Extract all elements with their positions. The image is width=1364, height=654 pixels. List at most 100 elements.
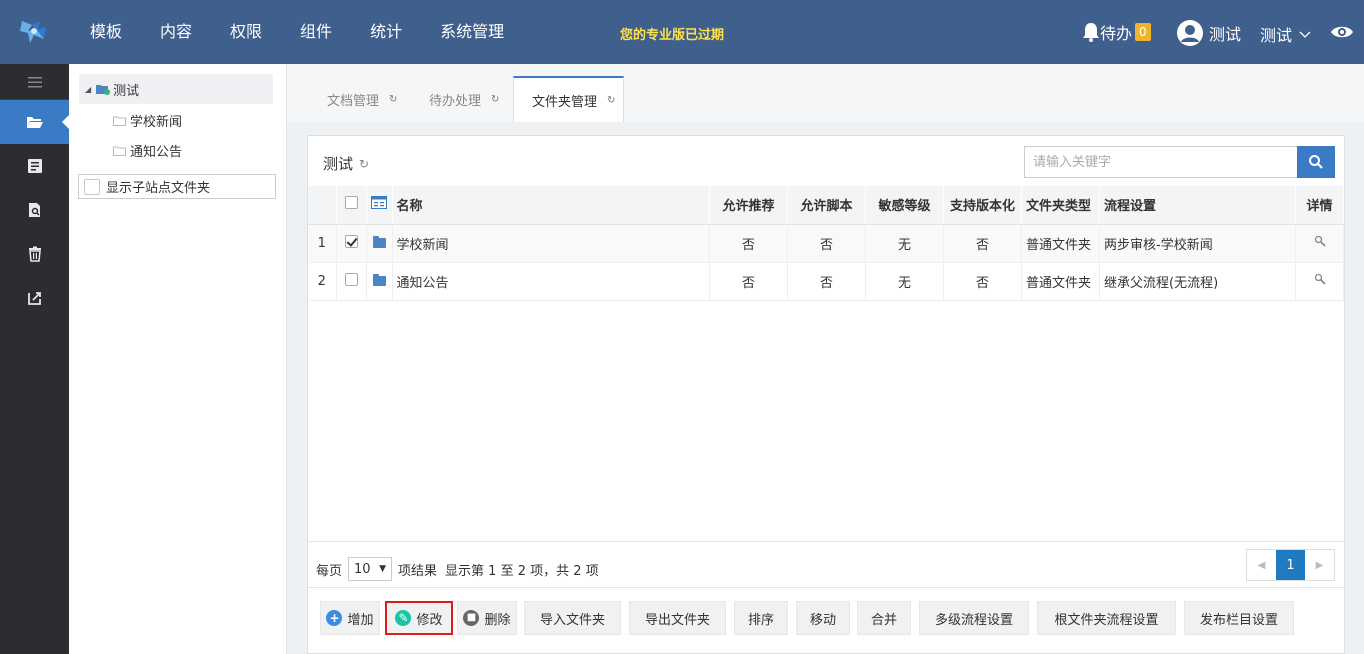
tree-node-school-news[interactable]: 学校新闻 <box>113 111 182 130</box>
page-button-current[interactable]: 1 <box>1276 550 1305 580</box>
panel-header: 测试 ↻ <box>308 136 1344 186</box>
row-allow-recommend: 否 <box>709 224 788 263</box>
root-folder-flow-button[interactable]: 根文件夹流程设置 <box>1037 601 1176 635</box>
top-bar: 模板 内容 权限 组件 统计 系统管理 您的专业版已过期 待办 0 测试 测试 <box>0 0 1364 64</box>
row-checkbox-cell[interactable] <box>336 262 367 301</box>
user-profile[interactable]: 测试 <box>1176 19 1241 47</box>
header-details: 详情 <box>1295 186 1344 225</box>
caret-down-icon: ▼ <box>379 564 387 574</box>
magnifier-icon[interactable] <box>1314 235 1326 247</box>
refresh-icon[interactable]: ↻ <box>491 94 499 105</box>
tree-node-label: 学校新闻 <box>130 115 183 130</box>
search-input[interactable] <box>1024 146 1298 178</box>
header-select-all[interactable] <box>336 186 367 225</box>
header-flow-setting[interactable]: 流程设置 <box>1099 186 1296 225</box>
nav-permission[interactable]: 权限 <box>212 0 280 64</box>
next-page-button[interactable]: ▶ <box>1305 550 1334 580</box>
row-checkbox[interactable] <box>344 272 358 286</box>
row-allow-script: 否 <box>787 262 866 301</box>
prev-page-button[interactable]: ◀ <box>1247 550 1276 580</box>
sidebar-item-export[interactable] <box>0 276 69 320</box>
expired-notice: 您的专业版已过期 <box>620 28 725 43</box>
menu-icon <box>27 76 42 87</box>
header-name[interactable]: 名称 <box>392 186 710 225</box>
row-name[interactable]: 通知公告 <box>392 262 710 301</box>
row-folder-type: 普通文件夹 <box>1021 224 1100 263</box>
tree-root-node[interactable]: ◢ 测试 <box>79 74 273 104</box>
sort-button[interactable]: 排序 <box>734 601 788 635</box>
table-row[interactable]: 1 学校新闻 否 否 无 否 普通文件夹 两步审核-学校新闻 <box>308 224 1344 263</box>
trash-icon: ■ <box>463 610 480 626</box>
publish-column-button[interactable]: 发布栏目设置 <box>1184 601 1294 635</box>
collapse-triangle-icon[interactable]: ◢ <box>85 85 91 94</box>
nav-system-management[interactable]: 系统管理 <box>422 0 522 64</box>
per-page-select[interactable]: 10 ▼ <box>348 557 393 581</box>
search-button[interactable] <box>1297 146 1335 178</box>
refresh-icon[interactable]: ↻ <box>607 95 615 106</box>
folder-panel: 测试 ↻ 名称 允许推荐 允许脚本 敏感等级 <box>307 135 1345 654</box>
sidebar-item-recycle-bin[interactable] <box>0 232 69 276</box>
row-name[interactable]: 学校新闻 <box>392 224 710 263</box>
checkbox[interactable] <box>84 178 100 195</box>
nav-content[interactable]: 内容 <box>142 0 210 64</box>
user-name: 测试 <box>1209 25 1242 44</box>
header-sensitivity[interactable]: 敏感等级 <box>865 186 944 225</box>
icon-sidebar <box>0 64 69 654</box>
header-index <box>308 186 337 225</box>
refresh-icon[interactable]: ↻ <box>389 94 397 105</box>
header-allow-script[interactable]: 允许脚本 <box>787 186 866 225</box>
row-checkbox-cell[interactable] <box>336 224 367 263</box>
todo-label: 待办 <box>1100 24 1133 43</box>
row-versioning: 否 <box>943 224 1022 263</box>
row-flow-setting: 两步审核-学校新闻 <box>1099 224 1296 263</box>
tab-folder-management[interactable]: 文件夹管理 ↻ <box>513 76 625 122</box>
tree-node-notices[interactable]: 通知公告 <box>113 141 182 160</box>
tab-todo-processing[interactable]: 待办处理 ↻ <box>415 76 513 122</box>
tab-label: 文件夹管理 <box>532 94 598 110</box>
main-content: 文档管理 ↻ 待办处理 ↻ 文件夹管理 ↻ 测试 ↻ 请输入关键字 名称 允许推… <box>287 64 1364 654</box>
sidebar-item-search-docs[interactable] <box>0 188 69 232</box>
row-flow-setting: 继承父流程(无流程) <box>1099 262 1296 301</box>
logo-icon[interactable] <box>18 15 50 47</box>
header-allow-recommend[interactable]: 允许推荐 <box>709 186 788 225</box>
sidebar-toggle[interactable] <box>0 64 69 100</box>
row-versioning: 否 <box>943 262 1022 301</box>
row-details-cell[interactable] <box>1295 224 1344 263</box>
todo-button[interactable]: 待办 0 <box>1082 20 1151 44</box>
header-versioning[interactable]: 支持版本化 <box>943 186 1022 225</box>
pagination-nav: ◀ 1 ▶ <box>1246 549 1335 581</box>
panel-title: 测试 ↻ <box>323 153 369 174</box>
add-button[interactable]: + 增加 <box>320 601 380 635</box>
column-settings-icon <box>371 196 387 210</box>
bell-icon <box>1083 23 1099 42</box>
pagination-info: 每页 10 ▼ 项结果 显示第 1 至 2 项，共 2 项 <box>316 557 599 581</box>
tab-document-management[interactable]: 文档管理 ↻ <box>313 76 411 122</box>
eye-icon[interactable] <box>1330 22 1354 42</box>
select-all-checkbox[interactable] <box>344 196 358 210</box>
merge-button[interactable]: 合并 <box>857 601 911 635</box>
header-column-toggle[interactable] <box>366 186 393 225</box>
header-folder-type[interactable]: 文件夹类型 <box>1021 186 1100 225</box>
multi-level-flow-button[interactable]: 多级流程设置 <box>919 601 1029 635</box>
move-button[interactable]: 移动 <box>796 601 850 635</box>
import-folder-button[interactable]: 导入文件夹 <box>524 601 621 635</box>
nav-component[interactable]: 组件 <box>282 0 350 64</box>
nav-statistics[interactable]: 统计 <box>352 0 420 64</box>
per-page-value: 10 <box>354 561 371 577</box>
row-checkbox[interactable] <box>344 234 358 248</box>
magnifier-icon[interactable] <box>1314 273 1326 285</box>
delete-button[interactable]: ■ 删除 <box>457 601 517 635</box>
trash-icon <box>28 246 41 262</box>
edit-button[interactable]: ✎ 修改 <box>385 601 453 635</box>
sidebar-item-folders[interactable] <box>0 100 69 144</box>
export-folder-button[interactable]: 导出文件夹 <box>629 601 726 635</box>
row-details-cell[interactable] <box>1295 262 1344 301</box>
tab-label: 待办处理 <box>429 93 482 109</box>
sidebar-item-documents[interactable] <box>0 144 69 188</box>
refresh-icon[interactable]: ↻ <box>359 157 369 171</box>
chevron-down-icon <box>1299 31 1311 38</box>
table-row[interactable]: 2 通知公告 否 否 无 否 普通文件夹 继承父流程(无流程) <box>308 262 1344 301</box>
nav-template[interactable]: 模板 <box>72 0 140 64</box>
show-subsite-folders-checkbox[interactable]: 显示子站点文件夹 <box>78 174 276 199</box>
user-menu-dropdown[interactable]: 测试 <box>1260 22 1312 46</box>
